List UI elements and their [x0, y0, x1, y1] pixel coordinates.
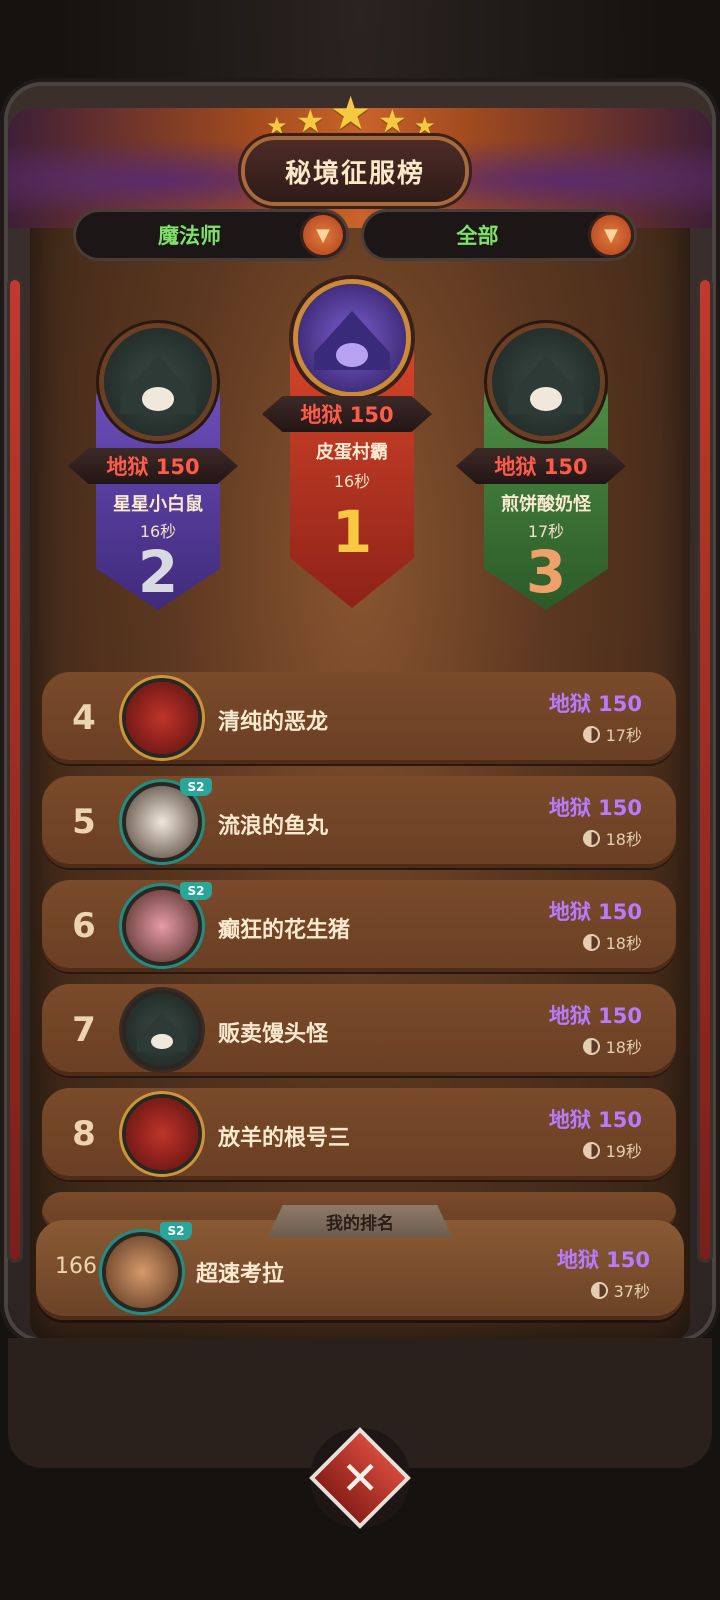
star-icon: ★	[296, 102, 325, 140]
row-rank: 6	[72, 906, 96, 946]
clock-icon	[590, 1282, 608, 1299]
podium-name: 星星小白鼠	[113, 494, 203, 515]
scope-filter-dropdown[interactable]: 全部 ▼	[364, 212, 634, 258]
podium-time: 16秒	[333, 472, 371, 491]
clock-icon	[582, 934, 600, 951]
avatar	[126, 682, 198, 754]
row-time: 18秒	[582, 930, 642, 954]
avatar	[104, 328, 212, 436]
podium-name: 皮蛋村霸	[316, 442, 388, 463]
star-icon: ★	[266, 112, 288, 140]
row-time: 18秒	[582, 1034, 642, 1058]
row-name: 流浪的鱼丸	[218, 814, 329, 839]
my-rank-score: 地狱 150	[556, 1248, 650, 1272]
avatar	[126, 1098, 198, 1170]
row-score: 地狱 150	[548, 692, 642, 716]
clock-icon	[582, 1142, 600, 1159]
list-item[interactable]: 6 S2 癫狂的花生猪 地狱 150 18秒	[42, 880, 676, 972]
class-filter-label: 魔法师	[158, 224, 221, 248]
avatar	[126, 994, 198, 1066]
season-badge: S2	[160, 1222, 192, 1240]
podium-rank-number: 2	[137, 538, 179, 606]
my-rank-number: 166	[55, 1254, 97, 1279]
row-score: 地狱 150	[548, 900, 642, 924]
avatar	[106, 1236, 178, 1308]
clock-icon	[582, 1038, 600, 1055]
close-icon: ✕	[340, 1450, 380, 1505]
podium-name: 煎饼酸奶怪	[501, 494, 591, 515]
avatar	[126, 786, 198, 858]
row-time: 19秒	[582, 1138, 642, 1162]
clock-icon	[582, 726, 600, 743]
podium-score: 地狱 150	[68, 448, 238, 484]
podium-rank-number: 1	[331, 498, 373, 566]
avatar	[492, 328, 600, 436]
row-rank: 8	[72, 1114, 96, 1154]
row-name: 放羊的根号三	[218, 1126, 351, 1151]
avatar	[126, 890, 198, 962]
my-rank-tab: 我的排名	[268, 1205, 452, 1237]
podium-score: 地狱 150	[456, 448, 626, 484]
row-time: 18秒	[582, 826, 642, 850]
avatar	[298, 284, 406, 392]
list-item[interactable]: 4 清纯的恶龙 地狱 150 17秒	[42, 672, 676, 764]
right-rail	[700, 280, 710, 1260]
row-rank: 7	[72, 1010, 96, 1050]
list-item[interactable]: 7 贩卖馒头怪 地狱 150 18秒	[42, 984, 676, 1076]
row-rank: 4	[72, 698, 96, 738]
chevron-down-icon[interactable]: ▼	[303, 215, 343, 255]
row-rank: 5	[72, 802, 96, 842]
star-icon: ★	[378, 102, 407, 140]
page-title: 秘境征服榜	[245, 140, 465, 202]
row-name: 贩卖馒头怪	[218, 1022, 329, 1047]
close-button[interactable]: ✕	[310, 1428, 410, 1528]
my-rank-time: 37秒	[590, 1278, 650, 1302]
season-badge: S2	[180, 882, 212, 900]
podium-score: 地狱 150	[262, 396, 432, 432]
scope-filter-label: 全部	[456, 224, 499, 248]
left-rail	[10, 280, 20, 1260]
season-badge: S2	[180, 778, 212, 796]
row-name: 癫狂的花生猪	[218, 918, 351, 943]
row-score: 地狱 150	[548, 796, 642, 820]
stars-decoration: ★ ★ ★ ★ ★	[262, 86, 442, 142]
class-filter-dropdown[interactable]: 魔法师 ▼	[76, 212, 346, 258]
list-item[interactable]: 8 放羊的根号三 地狱 150 19秒	[42, 1088, 676, 1180]
my-rank-name: 超速考拉	[196, 1262, 285, 1287]
clock-icon	[582, 830, 600, 847]
star-icon: ★	[330, 86, 372, 140]
list-item[interactable]: 5 S2 流浪的鱼丸 地狱 150 18秒	[42, 776, 676, 868]
row-time: 17秒	[582, 722, 642, 746]
row-score: 地狱 150	[548, 1108, 642, 1132]
star-icon: ★	[414, 112, 436, 140]
chevron-down-icon[interactable]: ▼	[591, 215, 631, 255]
row-score: 地狱 150	[548, 1004, 642, 1028]
row-name: 清纯的恶龙	[218, 710, 329, 735]
podium-rank-number: 3	[525, 538, 567, 606]
